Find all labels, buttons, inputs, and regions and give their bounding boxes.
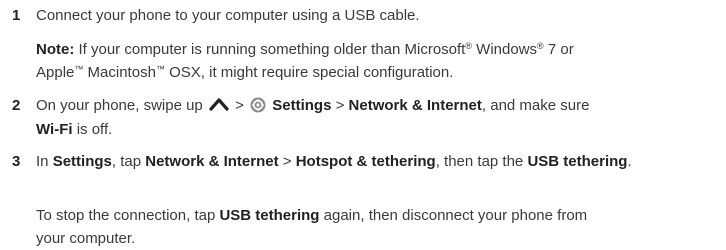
step-number: 1	[12, 7, 21, 24]
step-1: 1 Connect your phone to your computer us…	[12, 4, 717, 27]
step-3-text: .	[627, 153, 632, 170]
note-paragraph: Note: If your computer is running someth…	[36, 38, 711, 84]
stop-text: your computer.	[36, 230, 136, 247]
note-text: 7 or	[547, 41, 574, 58]
step-text: Connect your phone to your computer usin…	[36, 4, 717, 27]
chevron-up-icon	[209, 95, 229, 118]
step-2-text: is off.	[76, 121, 113, 138]
network-internet-label: Network & Internet	[348, 97, 482, 114]
step-2-text: On your phone, swipe up	[36, 97, 203, 114]
registered-mark: ®	[465, 41, 472, 51]
note-text: Windows	[476, 41, 538, 58]
settings-label: Settings	[52, 153, 112, 170]
registered-mark: ®	[537, 41, 544, 51]
step-number: 3	[12, 153, 21, 170]
step-3-text: , then tap the	[435, 153, 524, 170]
note-label: Note:	[36, 41, 75, 58]
note-text: If your computer is running something ol…	[78, 41, 466, 58]
stop-connection-paragraph: To stop the connection, tap USB tetherin…	[36, 204, 711, 250]
trademark: ™	[155, 64, 165, 74]
wifi-label: Wi-Fi	[36, 121, 73, 138]
gear-icon	[250, 97, 266, 113]
step-3-text: In	[36, 153, 49, 170]
step-text: In Settings, tap Network & Internet > Ho…	[36, 150, 717, 173]
instructions-page: 1 Connect your phone to your computer us…	[0, 0, 726, 248]
trademark: ™	[74, 64, 84, 74]
stop-text: To stop the connection, tap	[36, 207, 216, 224]
note-text: Macintosh	[87, 64, 156, 81]
step-1-text: Connect your phone to your computer usin…	[36, 7, 420, 24]
step-3: 3 In Settings, tap Network & Internet > …	[12, 150, 717, 173]
separator: >	[235, 97, 244, 114]
stop-text: again, then disconnect your phone from	[323, 207, 588, 224]
separator: >	[282, 153, 292, 170]
step-2: 2 On your phone, swipe up > Settings > N…	[12, 94, 717, 141]
settings-label: Settings	[272, 97, 332, 114]
note-text: OSX, it might require special configurat…	[169, 64, 454, 81]
step-text: On your phone, swipe up > Settings > Net	[36, 94, 717, 141]
step-3-text: , tap	[111, 153, 142, 170]
usb-tethering-label: USB tethering	[219, 207, 320, 224]
separator: >	[335, 97, 345, 114]
hotspot-tethering-label: Hotspot & tethering	[295, 153, 436, 170]
step-2-text: , and make sure	[481, 97, 590, 114]
usb-tethering-label: USB tethering	[527, 153, 628, 170]
note-text: Apple	[36, 64, 75, 81]
network-internet-label: Network & Internet	[145, 153, 279, 170]
step-number: 2	[12, 97, 21, 114]
